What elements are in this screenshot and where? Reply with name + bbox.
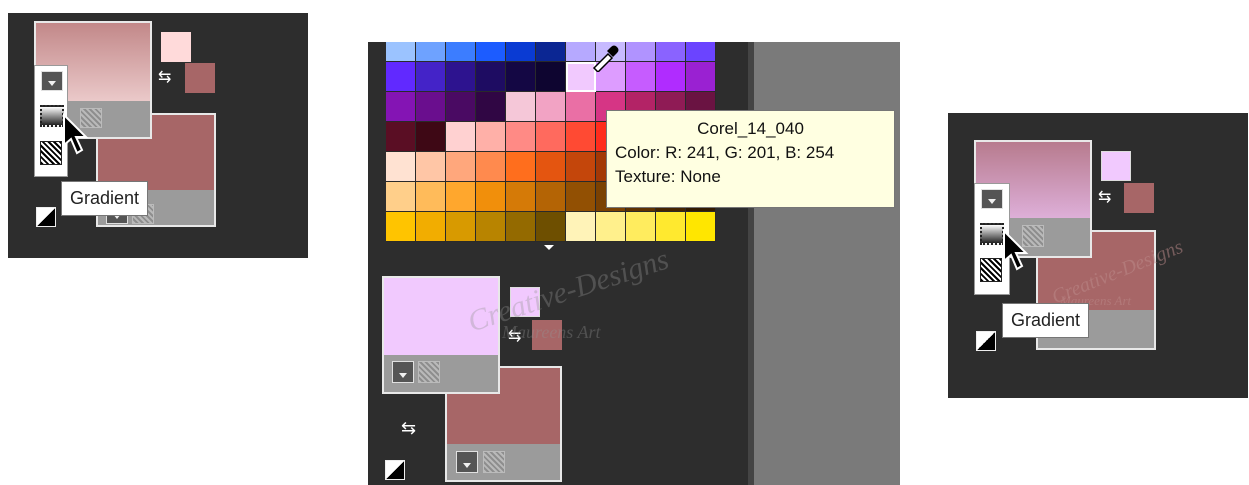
palette-cell[interactable] <box>416 212 446 242</box>
palette-cell[interactable] <box>446 92 476 122</box>
palette-cell[interactable] <box>476 62 506 92</box>
palette-cell[interactable] <box>566 212 596 242</box>
palette-cell[interactable] <box>686 42 716 62</box>
swap-colors-icon[interactable]: ⇆ <box>1098 187 1111 207</box>
palette-cell[interactable] <box>446 62 476 92</box>
palette-cell[interactable] <box>446 182 476 212</box>
small-foreground-swatch[interactable] <box>161 32 191 62</box>
black-white-reset-icon[interactable] <box>385 460 405 480</box>
palette-cell[interactable] <box>416 42 446 62</box>
palette-cell[interactable] <box>416 152 446 182</box>
palette-cell[interactable] <box>686 62 716 92</box>
foreground-style-button[interactable] <box>392 361 414 383</box>
mouse-cursor-icon <box>1003 229 1029 271</box>
panel-divider-shadow <box>748 42 754 485</box>
palette-cell[interactable] <box>656 62 686 92</box>
palette-cell[interactable] <box>566 92 596 122</box>
palette-cell[interactable] <box>536 182 566 212</box>
color-style-button[interactable] <box>41 71 63 91</box>
palette-cell[interactable] <box>566 152 596 182</box>
palette-cell[interactable] <box>626 42 656 62</box>
palette-cell[interactable] <box>566 182 596 212</box>
background-style-button[interactable] <box>456 451 478 473</box>
palette-cell[interactable] <box>476 212 506 242</box>
watermark-line2: Maureens Art <box>502 322 601 342</box>
panel-divider <box>754 42 900 485</box>
palette-cell[interactable] <box>536 62 566 92</box>
palette-cell[interactable] <box>656 42 686 62</box>
black-white-reset-icon[interactable] <box>976 331 996 351</box>
color-tooltip: Corel_14_040 Color: R: 241, G: 201, B: 2… <box>606 110 895 208</box>
background-texture-button[interactable] <box>483 451 505 473</box>
swap-colors-icon[interactable]: ⇆ <box>158 67 171 87</box>
palette-cell[interactable] <box>416 92 446 122</box>
palette-cell[interactable] <box>446 212 476 242</box>
black-white-reset-icon[interactable] <box>36 207 56 227</box>
palette-cell[interactable] <box>506 62 536 92</box>
materials-panel-middle: Corel_14_040 Color: R: 241, G: 201, B: 2… <box>368 42 900 485</box>
foreground-texture-button[interactable] <box>418 361 440 383</box>
materials-panel-right: ⇆ Creative-Designs Maureens Art Gradient <box>948 113 1248 398</box>
palette-cell[interactable] <box>506 92 536 122</box>
palette-cell[interactable] <box>386 92 416 122</box>
palette-cell[interactable] <box>506 212 536 242</box>
palette-cell[interactable] <box>536 92 566 122</box>
eyedropper-icon <box>592 45 619 72</box>
palette-cell[interactable] <box>386 62 416 92</box>
tooltip-color-name: Corel_14_040 <box>697 119 804 138</box>
tooltip-color-value: Color: R: 241, G: 201, B: 254 <box>615 143 835 162</box>
palette-cell[interactable] <box>446 122 476 152</box>
palette-scroll-arrow-icon[interactable] <box>544 245 554 250</box>
palette-cell[interactable] <box>476 152 506 182</box>
palette-cell[interactable] <box>506 42 536 62</box>
mouse-cursor-icon <box>63 113 89 155</box>
palette-cell[interactable] <box>656 212 686 242</box>
palette-cell[interactable] <box>386 182 416 212</box>
palette-cell[interactable] <box>626 212 656 242</box>
palette-cell[interactable] <box>476 92 506 122</box>
palette-cell[interactable] <box>476 182 506 212</box>
palette-cell[interactable] <box>386 152 416 182</box>
palette-cell[interactable] <box>506 182 536 212</box>
materials-panel-left: ⇆ Gradient <box>8 13 308 258</box>
palette-cell[interactable] <box>386 42 416 62</box>
palette-cell[interactable] <box>416 62 446 92</box>
tooltip-texture: Texture: None <box>615 167 721 186</box>
palette-cell[interactable] <box>476 42 506 62</box>
palette-cell[interactable] <box>536 42 566 62</box>
palette-cell[interactable] <box>386 122 416 152</box>
small-background-swatch[interactable] <box>185 63 215 93</box>
palette-cell[interactable] <box>446 152 476 182</box>
palette-cell[interactable] <box>536 122 566 152</box>
palette-cell[interactable] <box>626 62 656 92</box>
palette-cell[interactable] <box>416 122 446 152</box>
small-background-swatch[interactable] <box>1124 183 1154 213</box>
palette-cell[interactable] <box>446 42 476 62</box>
swap-materials-icon[interactable]: ⇆ <box>401 418 416 439</box>
small-foreground-swatch[interactable] <box>1101 151 1131 181</box>
palette-cell[interactable] <box>566 122 596 152</box>
tooltip-gradient: Gradient <box>1002 303 1090 338</box>
palette-cell[interactable] <box>536 152 566 182</box>
palette-cell[interactable] <box>506 152 536 182</box>
palette-cell[interactable] <box>476 122 506 152</box>
palette-cell[interactable] <box>686 212 716 242</box>
palette-cell[interactable] <box>506 122 536 152</box>
palette-cell[interactable] <box>536 212 566 242</box>
tooltip-gradient: Gradient <box>61 181 149 216</box>
palette-cell[interactable] <box>596 212 626 242</box>
palette-cell[interactable] <box>416 182 446 212</box>
color-style-button[interactable] <box>981 189 1003 209</box>
palette-cell[interactable] <box>386 212 416 242</box>
